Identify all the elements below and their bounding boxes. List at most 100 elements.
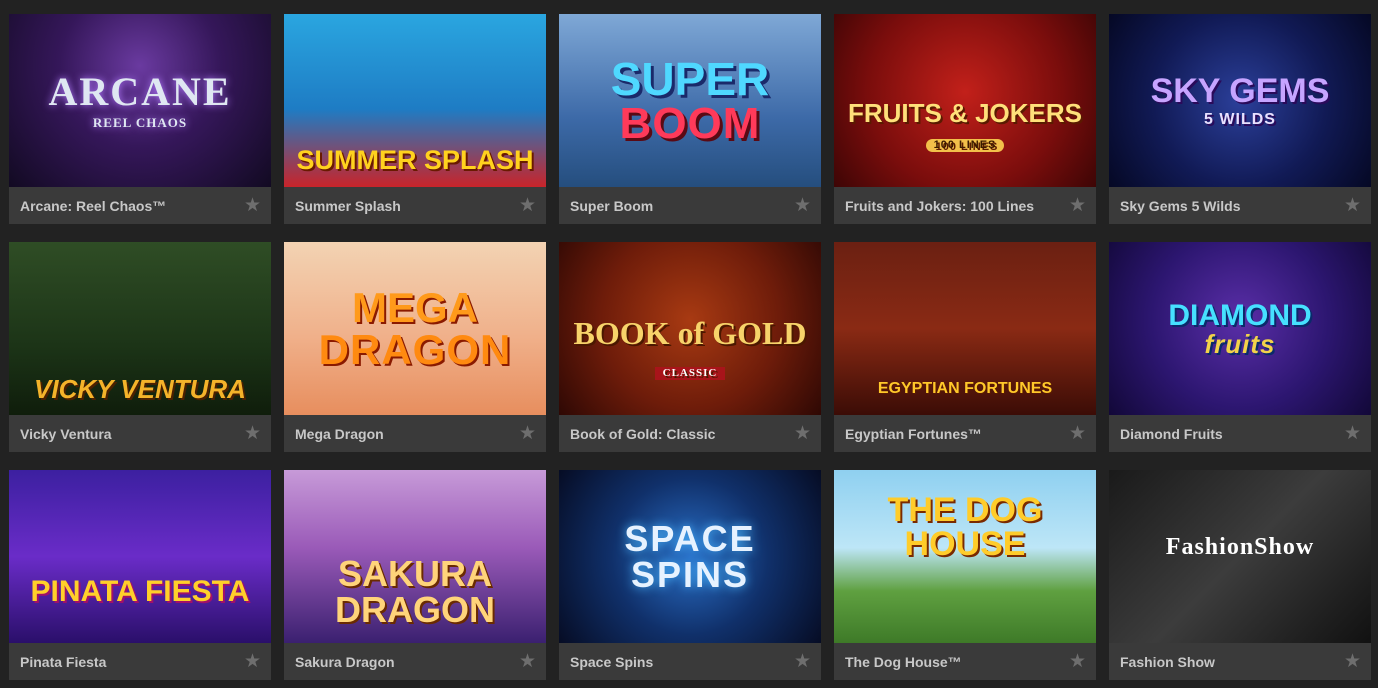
game-caption: Super Boom ★: [559, 187, 821, 224]
game-logo-text: SPACE SPINS: [624, 517, 756, 595]
game-logo: SPACE SPINS: [559, 517, 821, 595]
game-title: Book of Gold: Classic: [570, 425, 716, 442]
game-title: Sky Gems 5 Wilds: [1120, 197, 1241, 214]
game-card-15[interactable]: FashionShow Fashion Show ★: [1109, 470, 1371, 680]
game-logo-subtext: CLASSIC: [654, 366, 726, 380]
game-title: Super Boom: [570, 197, 654, 214]
game-logo-text: ARCANE: [48, 69, 232, 114]
game-logo-subtext: 5 WILDS: [1204, 110, 1276, 128]
game-caption: Egyptian Fortunes™ ★: [834, 415, 1096, 452]
game-thumbnail[interactable]: MEGA DRAGON: [284, 242, 546, 415]
game-card-8[interactable]: BOOK of GOLD CLASSIC Book of Gold: Class…: [559, 242, 821, 452]
game-logo: SUMMER SPLASH: [286, 147, 543, 174]
game-logo: BOOK of GOLD CLASSIC: [559, 317, 821, 381]
star-icon[interactable]: ★: [1344, 424, 1361, 443]
game-title: Mega Dragon: [295, 425, 384, 442]
star-icon[interactable]: ★: [1069, 424, 1086, 443]
game-logo: SUPER BOOM: [601, 56, 779, 146]
game-title: Fruits and Jokers: 100 Lines: [845, 197, 1035, 214]
star-icon[interactable]: ★: [519, 424, 536, 443]
game-title: Arcane: Reel Chaos™: [20, 197, 167, 214]
game-logo-text: BOOK of GOLD: [573, 314, 807, 351]
game-artwork: [9, 470, 271, 643]
game-thumbnail[interactable]: EGYPTIAN FORTUNES: [834, 242, 1096, 415]
star-icon[interactable]: ★: [1344, 652, 1361, 671]
game-card-13[interactable]: SPACE SPINS Space Spins ★: [559, 470, 821, 680]
game-thumbnail[interactable]: BOOK of GOLD CLASSIC: [559, 242, 821, 415]
game-logo-text: SUMMER SPLASH: [296, 145, 534, 175]
game-caption: Sky Gems 5 Wilds ★: [1109, 187, 1371, 224]
star-icon[interactable]: ★: [244, 196, 261, 215]
game-card-14[interactable]: THE DOG HOUSE The Dog House™ ★: [834, 470, 1096, 680]
game-logo-subtext: 100 LINES: [925, 138, 1005, 152]
game-title: Sakura Dragon: [295, 653, 395, 670]
game-card-10[interactable]: DIAMOND fruits Diamond Fruits ★: [1109, 242, 1371, 452]
game-thumbnail[interactable]: SKY GEMS 5 WILDS: [1109, 14, 1371, 187]
star-icon[interactable]: ★: [244, 424, 261, 443]
game-title: Diamond Fruits: [1120, 425, 1223, 442]
game-logo: MEGA DRAGON: [309, 283, 522, 373]
star-icon[interactable]: ★: [1069, 196, 1086, 215]
game-title: Egyptian Fortunes™: [845, 425, 982, 442]
game-logo-text: SKY GEMS: [1150, 71, 1330, 110]
game-logo-subtext: DRAGON: [318, 325, 512, 373]
game-logo: FRUITS & JOKERS 100 LINES: [834, 100, 1096, 152]
game-thumbnail[interactable]: VICKY VENTURA: [9, 242, 271, 415]
star-icon[interactable]: ★: [794, 424, 811, 443]
game-card-11[interactable]: PINATA FIESTA Pinata Fiesta ★: [9, 470, 271, 680]
star-icon[interactable]: ★: [244, 652, 261, 671]
star-icon[interactable]: ★: [519, 652, 536, 671]
game-thumbnail[interactable]: FRUITS & JOKERS 100 LINES: [834, 14, 1096, 187]
game-thumbnail[interactable]: THE DOG HOUSE: [834, 470, 1096, 643]
game-thumbnail[interactable]: SAKURA DRAGON: [284, 470, 546, 643]
game-caption: Space Spins ★: [559, 643, 821, 680]
game-logo: ARCANE REEL CHAOS: [38, 69, 241, 130]
game-logo: PINATA FIESTA: [21, 574, 260, 608]
star-icon[interactable]: ★: [519, 196, 536, 215]
game-caption: Mega Dragon ★: [284, 415, 546, 452]
game-logo-text: DIAMOND: [1168, 298, 1312, 332]
game-caption: Sakura Dragon ★: [284, 643, 546, 680]
game-logo-text: PINATA FIESTA: [30, 574, 250, 608]
game-logo-text: THE DOG HOUSE: [887, 490, 1043, 563]
game-logo-text: SUPER: [610, 52, 770, 105]
game-title: The Dog House™: [845, 653, 962, 670]
game-card-3[interactable]: SUPER BOOM Super Boom ★: [559, 14, 821, 224]
game-title: Summer Splash: [295, 197, 401, 214]
game-thumbnail[interactable]: DIAMOND fruits: [1109, 242, 1371, 415]
game-logo-subtext: REEL CHAOS: [92, 115, 188, 130]
game-card-6[interactable]: VICKY VENTURA Vicky Ventura ★: [9, 242, 271, 452]
game-caption: Summer Splash ★: [284, 187, 546, 224]
game-logo-text: MEGA: [351, 283, 478, 331]
game-title: Pinata Fiesta: [20, 653, 107, 670]
game-thumbnail[interactable]: SUPER BOOM: [559, 14, 821, 187]
game-title: Fashion Show: [1120, 653, 1215, 670]
star-icon[interactable]: ★: [1069, 652, 1086, 671]
game-caption: Book of Gold: Classic ★: [559, 415, 821, 452]
game-logo: SAKURA DRAGON: [284, 552, 546, 630]
game-caption: Diamond Fruits ★: [1109, 415, 1371, 452]
game-card-5[interactable]: SKY GEMS 5 WILDS Sky Gems 5 Wilds ★: [1109, 14, 1371, 224]
game-card-2[interactable]: SUMMER SPLASH Summer Splash ★: [284, 14, 546, 224]
game-thumbnail[interactable]: ARCANE REEL CHAOS: [9, 14, 271, 187]
game-logo-subtext: BOOM: [619, 98, 761, 148]
game-logo: SKY GEMS 5 WILDS: [1141, 74, 1340, 128]
game-thumbnail[interactable]: SUMMER SPLASH: [284, 14, 546, 187]
game-card-4[interactable]: FRUITS & JOKERS 100 LINES Fruits and Jok…: [834, 14, 1096, 224]
game-logo-text: SAKURA DRAGON: [335, 552, 495, 630]
game-card-9[interactable]: EGYPTIAN FORTUNES Egyptian Fortunes™ ★: [834, 242, 1096, 452]
game-logo: EGYPTIAN FORTUNES: [868, 379, 1062, 397]
game-logo-text: EGYPTIAN FORTUNES: [877, 379, 1053, 397]
star-icon[interactable]: ★: [1344, 196, 1361, 215]
game-card-7[interactable]: MEGA DRAGON Mega Dragon ★: [284, 242, 546, 452]
game-thumbnail[interactable]: SPACE SPINS: [559, 470, 821, 643]
game-logo: VICKY VENTURA: [24, 376, 256, 402]
game-caption: The Dog House™ ★: [834, 643, 1096, 680]
game-logo-text: FashionShow: [1165, 533, 1315, 560]
star-icon[interactable]: ★: [794, 196, 811, 215]
star-icon[interactable]: ★: [794, 652, 811, 671]
game-card-1[interactable]: ARCANE REEL CHAOS Arcane: Reel Chaos™ ★: [9, 14, 271, 224]
game-card-12[interactable]: SAKURA DRAGON Sakura Dragon ★: [284, 470, 546, 680]
game-thumbnail[interactable]: PINATA FIESTA: [9, 470, 271, 643]
game-thumbnail[interactable]: FashionShow: [1109, 470, 1371, 643]
